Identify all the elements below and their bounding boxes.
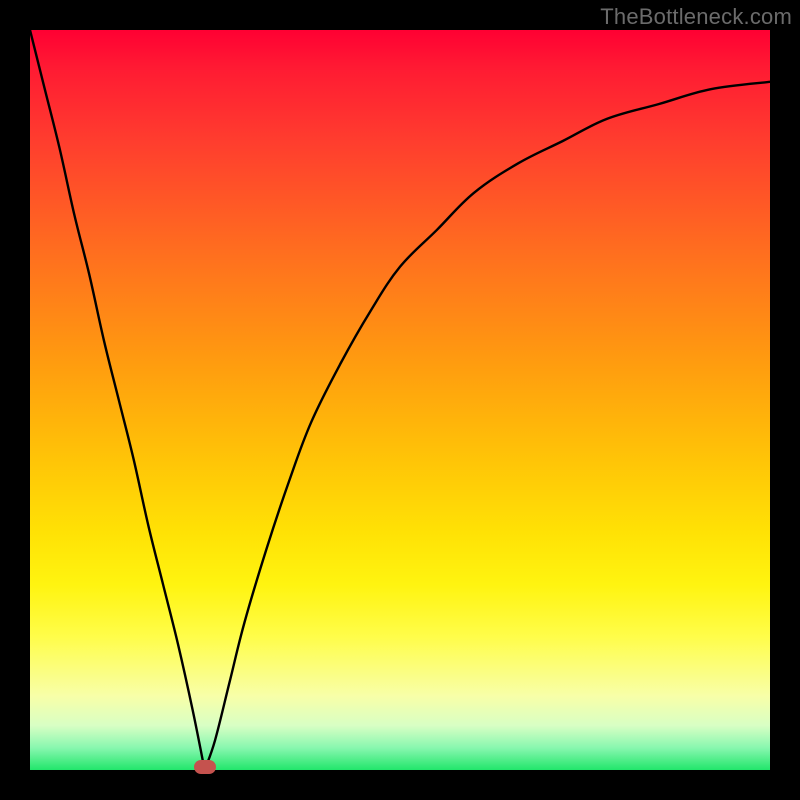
- chart-stage: TheBottleneck.com: [0, 0, 800, 800]
- optimal-marker: [194, 760, 216, 774]
- curve-path: [30, 30, 770, 770]
- watermark-text: TheBottleneck.com: [600, 4, 792, 30]
- bottleneck-curve: [30, 30, 770, 770]
- plot-area: [30, 30, 770, 770]
